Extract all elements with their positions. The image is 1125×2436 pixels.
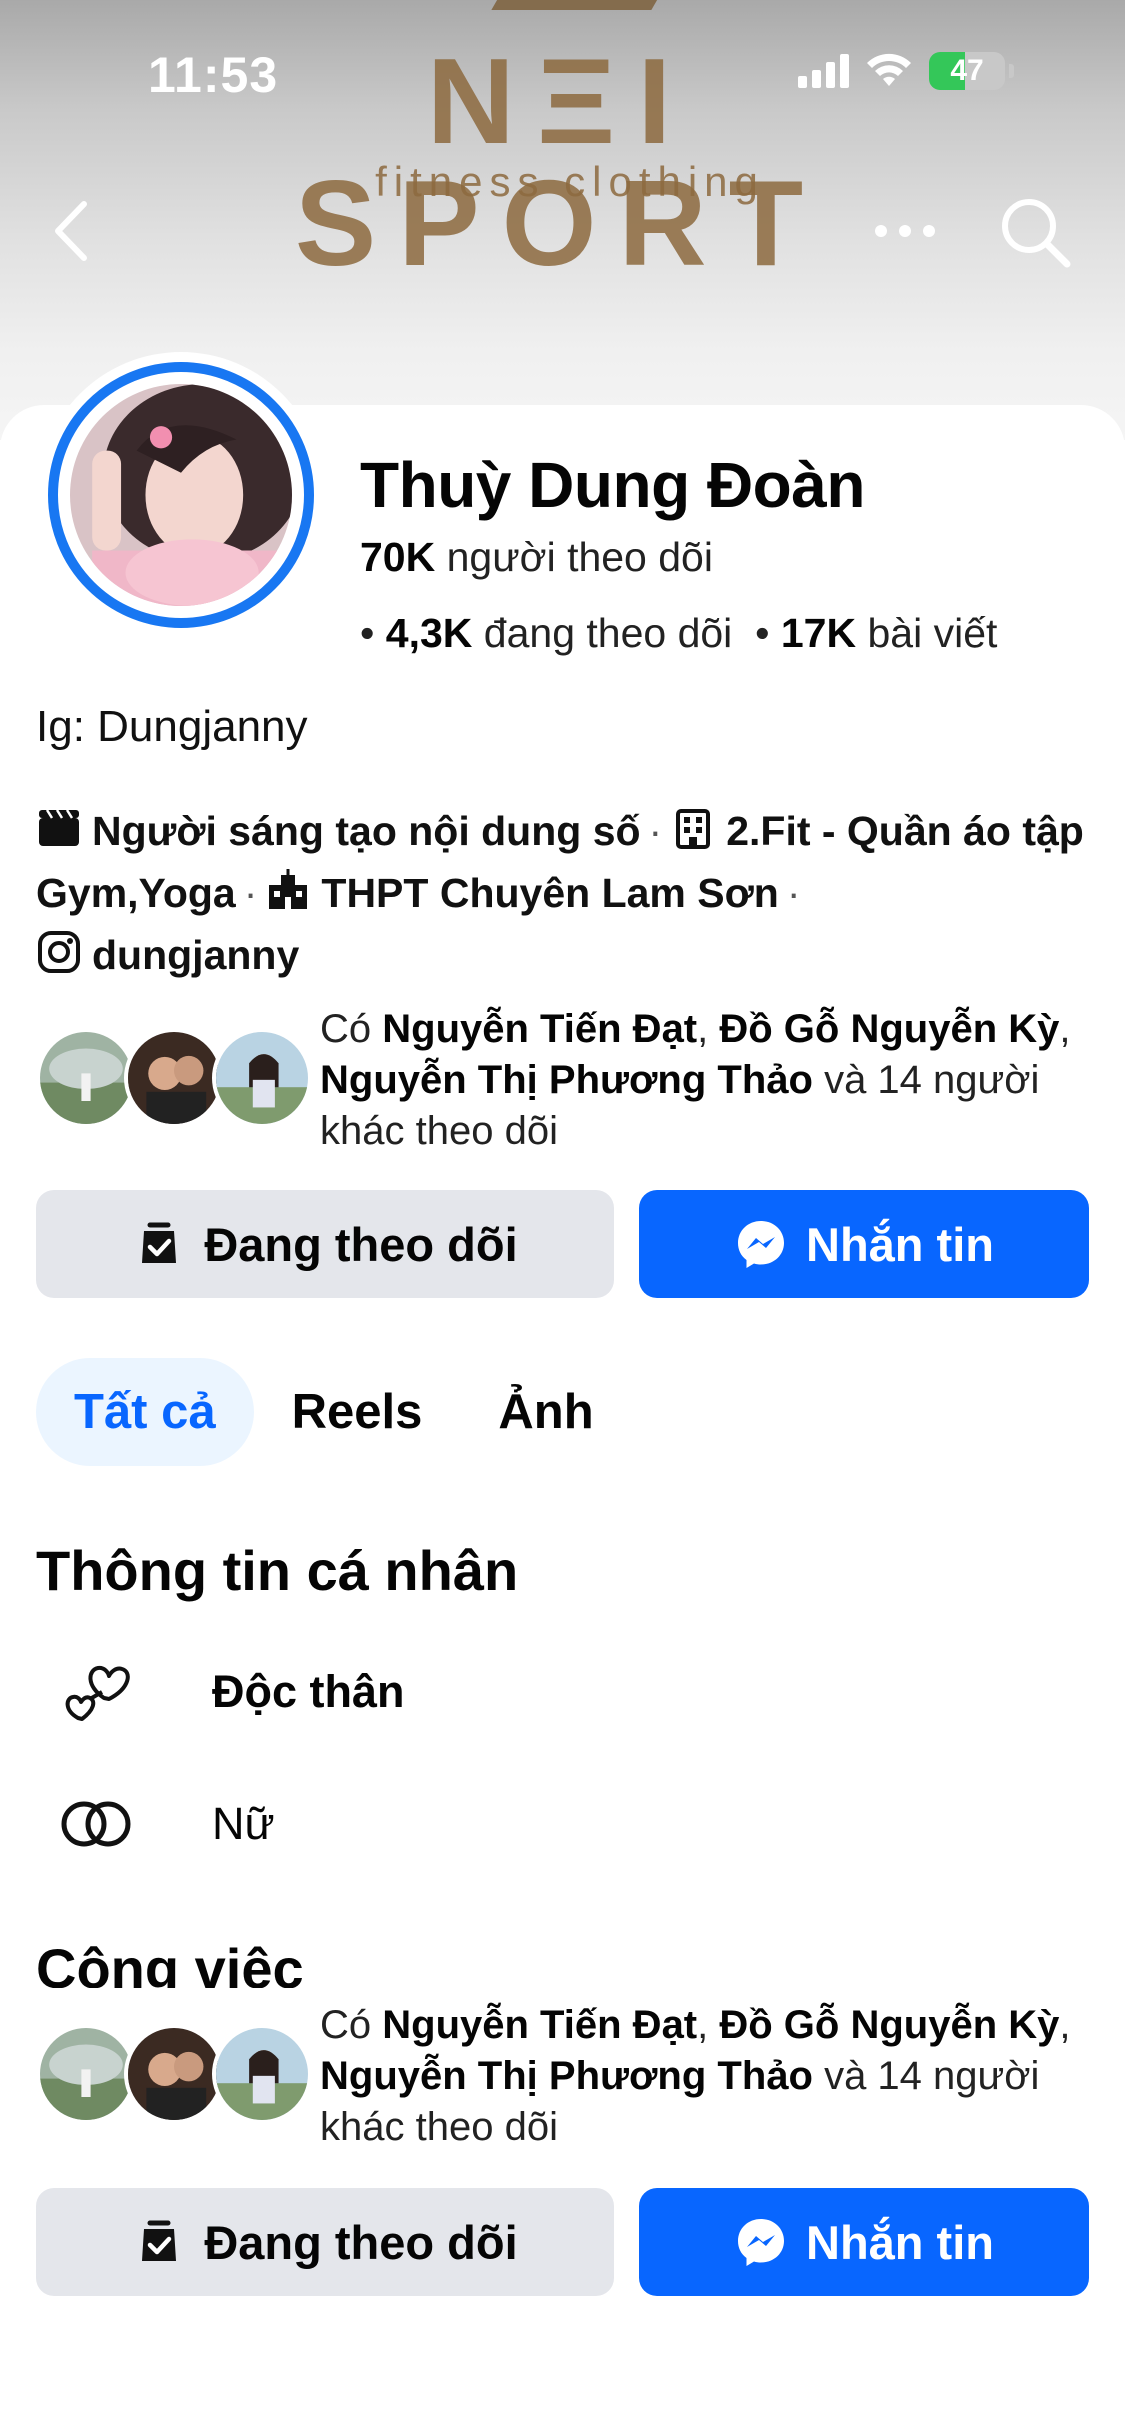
gender-value: Nữ	[212, 1798, 275, 1849]
mutual-avatar	[212, 1028, 312, 1128]
followers-count: 70K	[360, 534, 436, 580]
followers-stat[interactable]: 70K người theo dõi	[360, 534, 713, 581]
mutual-name[interactable]: Nguyễn Thị Phương Thảo	[320, 1058, 813, 1102]
detail-instagram[interactable]: dungjanny	[92, 932, 299, 978]
mutual-avatars	[36, 1028, 316, 1128]
status-indicators: 47	[798, 52, 1014, 90]
profile-avatar[interactable]	[38, 352, 324, 638]
message-button-sticky[interactable]: Nhắn tin	[639, 2188, 1089, 2296]
avatar-photo	[70, 384, 292, 606]
brand-mark	[491, 0, 669, 10]
mutual-avatars	[36, 2024, 316, 2124]
mutual-followers-text: Có Nguyễn Tiến Đạt, Đồ Gỗ Nguyễn Kỳ, Ngu…	[320, 1007, 1071, 1153]
tab-photos[interactable]: Ảnh	[460, 1358, 631, 1466]
following-button-label: Đang theo dõi	[204, 2215, 518, 2269]
relationship-status: Độc thân	[212, 1666, 405, 1717]
battery-nub	[1009, 64, 1014, 78]
detail-school[interactable]: THPT Chuyên Lam Sơn	[321, 870, 778, 916]
profile-tabs: Tất cả Reels Ảnh	[36, 1358, 632, 1466]
message-button-label: Nhắn tin	[806, 2215, 994, 2269]
wifi-icon	[867, 53, 911, 86]
instagram-icon	[38, 931, 80, 973]
mutual-followers[interactable]: Có Nguyễn Tiến Đạt, Đồ Gỗ Nguyễn Kỳ, Ngu…	[36, 1004, 1096, 1154]
mutual-avatar	[124, 2024, 224, 2124]
avatar-story-ring	[48, 362, 314, 628]
following-posts-stat: • 4,3K đang theo dõi • 17K bài viết	[360, 610, 998, 656]
following-button-sticky[interactable]: Đang theo dõi	[36, 2188, 614, 2296]
mutual-followers-text: Có Nguyễn Tiến Đạt, Đồ Gỗ Nguyễn Kỳ, Ngu…	[320, 2003, 1071, 2149]
followers-label: người theo dõi	[446, 534, 713, 580]
detail-creator: Người sáng tạo nội dung số	[92, 808, 641, 854]
hearts-icon	[65, 1665, 130, 1721]
profile-name: Thuỳ Dung Đoàn	[360, 449, 865, 521]
relationship-row: Độc thân	[56, 1652, 405, 1732]
cellular-signal-icon	[798, 54, 849, 88]
mutual-avatar	[212, 2024, 312, 2124]
chevron-left-icon[interactable]	[44, 196, 104, 266]
building-icon	[676, 809, 711, 849]
brand-tagline: fitness clothing	[375, 158, 765, 205]
status-time: 11:53	[148, 47, 279, 103]
gender-icon	[61, 1801, 131, 1847]
profile-bio: Ig: Dungjanny	[36, 702, 308, 751]
mutual-avatar	[36, 2024, 136, 2124]
mutual-name[interactable]: Nguyễn Tiến Đạt	[382, 2003, 697, 2047]
mutual-followers-sticky[interactable]: Có Nguyễn Tiến Đạt, Đồ Gỗ Nguyễn Kỳ, Ngu…	[36, 2000, 1096, 2150]
following-button[interactable]: Đang theo dõi	[36, 1190, 614, 1298]
following-label[interactable]: đang theo dõi	[484, 610, 733, 656]
tab-reels[interactable]: Reels	[254, 1358, 461, 1466]
tab-all[interactable]: Tất cả	[36, 1358, 254, 1466]
profile-details: Người sáng tạo nội dung số · 2.Fit - Quần…	[36, 800, 1096, 986]
battery-icon: 47	[929, 52, 1005, 90]
message-button[interactable]: Nhắn tin	[639, 1190, 1089, 1298]
mutual-avatar	[36, 1028, 136, 1128]
following-count[interactable]: 4,3K	[386, 610, 473, 656]
battery-percent: 47	[950, 54, 984, 87]
gender-row: Nữ	[56, 1784, 275, 1864]
school-icon	[269, 869, 308, 909]
posts-label: bài viết	[867, 610, 998, 656]
search-icon[interactable]	[995, 192, 1075, 272]
work-section-title: Công việc	[36, 1937, 304, 1988]
avatar-image	[70, 384, 292, 606]
following-check-icon	[142, 2220, 177, 2261]
messenger-icon	[738, 2219, 784, 2266]
clapperboard-icon	[39, 809, 79, 846]
posts-count: 17K	[780, 610, 857, 656]
message-button-label: Nhắn tin	[806, 1217, 994, 1271]
following-check-icon	[142, 1222, 177, 1263]
more-dots-icon[interactable]	[870, 206, 940, 256]
messenger-icon	[738, 1221, 784, 1268]
mutual-avatar	[124, 1028, 224, 1128]
mutual-name[interactable]: Đồ Gỗ Nguyễn Kỳ	[719, 2003, 1059, 2047]
mutual-name[interactable]: Nguyễn Thị Phương Thảo	[320, 2054, 813, 2098]
mutual-name[interactable]: Nguyễn Tiến Đạt	[382, 1007, 697, 1051]
personal-info-title: Thông tin cá nhân	[36, 1539, 519, 1602]
mutual-name[interactable]: Đồ Gỗ Nguyễn Kỳ	[719, 1007, 1059, 1051]
following-button-label: Đang theo dõi	[204, 1217, 518, 1271]
